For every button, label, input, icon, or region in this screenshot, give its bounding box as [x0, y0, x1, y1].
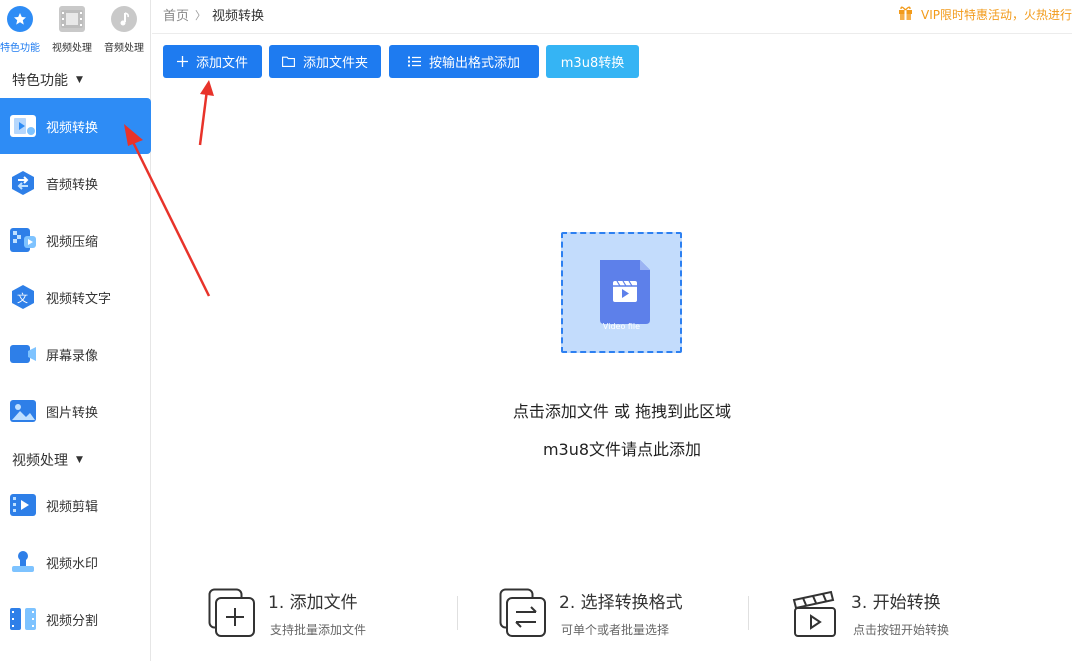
- folder-icon: [282, 56, 295, 67]
- caret-down-icon: ▼: [76, 455, 83, 465]
- file-dropzone[interactable]: Video file: [561, 232, 682, 353]
- add-folder-button[interactable]: 添加文件夹: [269, 45, 381, 78]
- vip-promo-text: VIP限时特惠活动，火热进行: [921, 7, 1072, 22]
- audio-convert-icon: [9, 170, 37, 196]
- breadcrumb-current: 视频转换: [212, 9, 265, 24]
- tab-label: 视频处理: [52, 43, 92, 54]
- tab-label: 音频处理: [104, 43, 144, 54]
- image-convert-icon: [9, 398, 37, 424]
- step-subtitle: 支持批量添加文件: [270, 623, 367, 637]
- step-title: 1. 添加文件: [268, 593, 358, 613]
- star-icon: [7, 6, 33, 32]
- dropzone-hint[interactable]: 点击添加文件 或 拖拽到此区域: [452, 398, 792, 422]
- sidebar-item-image-convert[interactable]: 图片转换: [0, 383, 151, 439]
- arrowhead: [200, 80, 214, 96]
- tab-featured[interactable]: 特色功能: [0, 4, 44, 54]
- step-divider: [748, 596, 749, 630]
- gift-icon: [898, 5, 913, 23]
- section-title: 特色功能: [12, 73, 68, 89]
- video-to-text-icon: 文: [9, 284, 37, 310]
- sidebar-item-label: 视频压缩: [46, 234, 99, 250]
- list-icon: [407, 56, 421, 67]
- breadcrumb-home[interactable]: 首页: [163, 5, 189, 24]
- step-divider: [457, 596, 458, 630]
- tab-audio-processing[interactable]: 音频处理: [100, 4, 148, 54]
- add-folder-label: 添加文件夹: [302, 56, 368, 71]
- music-icon: [111, 6, 137, 32]
- annotation-arrows: [124, 80, 214, 297]
- m3u8-hint[interactable]: m3u8文件请点此添加: [452, 436, 792, 460]
- svg-text:文: 文: [17, 291, 28, 305]
- sidebar-item-video-edit[interactable]: 视频剪辑: [0, 477, 151, 533]
- sidebar-item-label: 音频转换: [46, 177, 99, 193]
- sidebar-top-tabs: 特色功能 视频处理 音频处理: [0, 0, 151, 58]
- video-split-icon: [9, 606, 37, 632]
- sidebar-item-label: 视频转换: [46, 120, 99, 136]
- sidebar-item-video-convert[interactable]: 视频转换: [0, 98, 151, 154]
- caret-down-icon: ▼: [76, 75, 83, 85]
- tab-label: 特色功能: [0, 43, 40, 54]
- section-featured[interactable]: 特色功能 ▼: [12, 70, 83, 90]
- sidebar-item-label: 图片转换: [46, 405, 99, 421]
- step-subtitle: 点击按钮开始转换: [853, 623, 950, 637]
- breadcrumb: 首页 〉 视频转换: [163, 5, 265, 25]
- sidebar-item-label: 屏幕录像: [46, 348, 99, 364]
- sidebar-item-video-compress[interactable]: 视频压缩: [0, 212, 151, 268]
- step-title: 2. 选择转换格式: [559, 593, 683, 613]
- sidebar-item-screen-record[interactable]: 屏幕录像: [0, 326, 151, 382]
- sidebar-item-video-split[interactable]: 视频分割: [0, 591, 151, 647]
- sidebar-item-label: 视频转文字: [46, 291, 112, 307]
- add-file-label: 添加文件: [195, 56, 248, 71]
- add-by-format-button[interactable]: 按输出格式添加: [389, 45, 539, 78]
- section-title: 视频处理: [12, 453, 68, 469]
- video-convert-icon: [9, 113, 37, 139]
- tab-video-processing[interactable]: 视频处理: [48, 4, 96, 54]
- sidebar-item-label: 视频剪辑: [46, 499, 99, 515]
- add-by-format-label: 按输出格式添加: [428, 56, 520, 71]
- plus-icon: [176, 56, 188, 67]
- video-edit-icon: [9, 492, 37, 518]
- step-subtitle: 可单个或者批量选择: [561, 623, 670, 637]
- video-compress-icon: [9, 227, 37, 253]
- swap-format-step-icon: [499, 588, 547, 640]
- section-video-processing[interactable]: 视频处理 ▼: [12, 450, 83, 470]
- watermark-icon: [9, 549, 37, 575]
- sidebar-item-video-to-text[interactable]: 文 视频转文字: [0, 269, 151, 325]
- sidebar-item-label: 视频水印: [46, 556, 99, 572]
- app-window: 特色功能 视频处理 音频处理 特色功能 ▼ 视频转换 音频转换 视频压缩 文 视…: [0, 0, 1072, 661]
- video-file-icon: [600, 260, 650, 324]
- m3u8-convert-button[interactable]: m3u8转换: [546, 45, 639, 78]
- header-divider: [152, 33, 1072, 34]
- add-file-button[interactable]: 添加文件: [163, 45, 262, 78]
- sidebar-item-label: 视频分割: [46, 613, 99, 629]
- chevron-right-icon: 〉: [195, 8, 207, 22]
- m3u8-convert-label: m3u8转换: [560, 56, 625, 71]
- vip-promo-banner[interactable]: VIP限时特惠活动，火热进行: [898, 5, 1072, 23]
- annotation-arrow-to-add-button: [198, 89, 209, 146]
- film-icon: [59, 6, 85, 32]
- step-title: 3. 开始转换: [851, 593, 941, 613]
- sidebar-item-audio-convert[interactable]: 音频转换: [0, 155, 151, 211]
- screen-record-icon: [9, 341, 37, 367]
- file-caption: Video file: [602, 322, 641, 331]
- sidebar: 特色功能 视频处理 音频处理 特色功能 ▼ 视频转换 音频转换 视频压缩 文 视…: [0, 0, 151, 661]
- sidebar-item-watermark[interactable]: 视频水印: [0, 534, 151, 590]
- clapperboard-icon: [791, 588, 839, 640]
- add-file-step-icon: [208, 588, 256, 640]
